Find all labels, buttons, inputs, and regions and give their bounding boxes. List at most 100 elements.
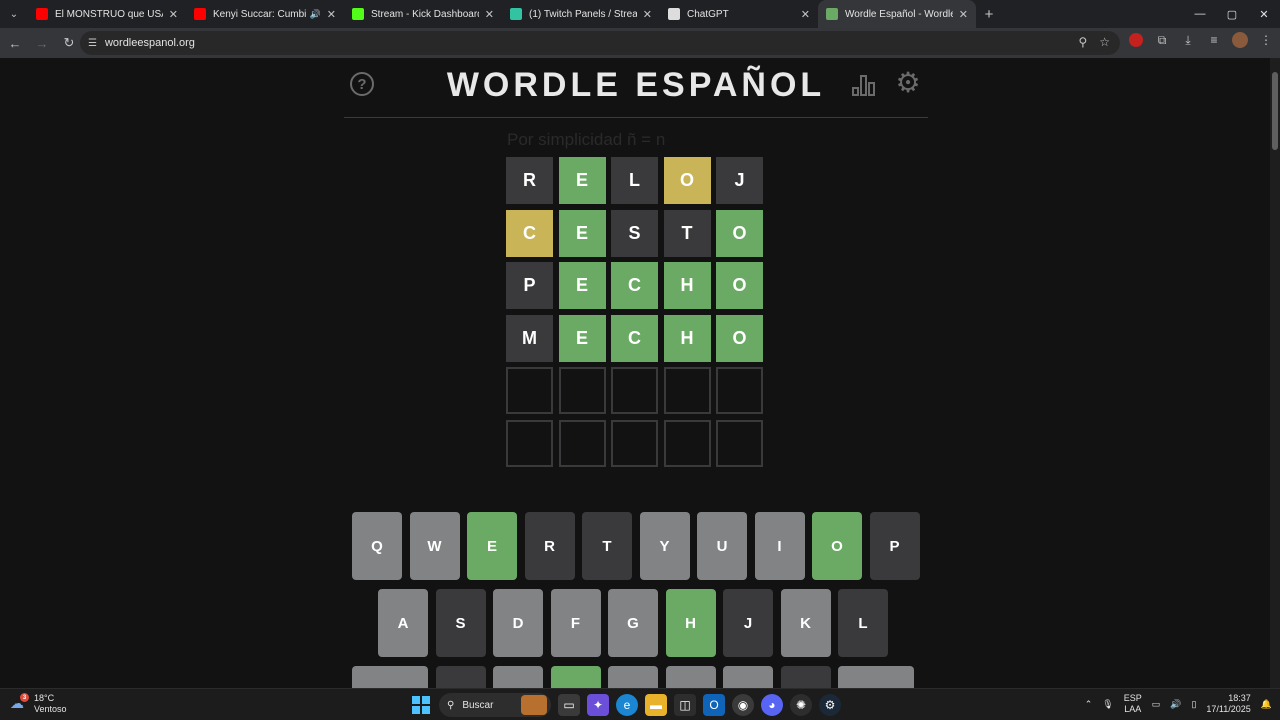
reload-icon[interactable]: ↻ xyxy=(57,31,81,55)
browser-tab[interactable]: (1) Twitch Panels / Streamlabs ✕ xyxy=(502,0,660,28)
notification-bell-icon[interactable]: 🔔 xyxy=(1261,699,1272,710)
key-x[interactable]: X xyxy=(493,666,543,688)
page-title: WORDLE ESPAÑOL xyxy=(446,66,826,104)
key-s[interactable]: S xyxy=(435,589,486,657)
chrome-icon[interactable]: ◉ xyxy=(732,694,754,716)
taskbar-search[interactable]: ⚲ Buscar xyxy=(439,693,551,717)
windows-start-icon[interactable] xyxy=(410,694,432,716)
browser-tab[interactable]: Stream - Kick Dashboard ✕ xyxy=(344,0,502,28)
key-t[interactable]: T xyxy=(582,512,632,580)
key-g[interactable]: G xyxy=(608,589,658,657)
key-l[interactable]: L xyxy=(838,589,888,657)
tab-audio-icon[interactable]: 🔊 xyxy=(310,9,321,20)
chatgpt-icon[interactable]: ✺ xyxy=(790,694,812,716)
extension-badge-icon[interactable] xyxy=(1128,32,1144,48)
board-tile xyxy=(716,367,763,414)
board-tile: S xyxy=(611,209,658,257)
bookmark-star-icon[interactable]: ☆ xyxy=(1099,35,1110,49)
forward-arrow-icon[interactable]: → xyxy=(30,31,54,55)
profile-avatar[interactable] xyxy=(1232,32,1248,48)
minimize-icon[interactable]: — xyxy=(1184,0,1216,28)
language-code: ESP xyxy=(1123,693,1142,703)
scrollbar-thumb[interactable] xyxy=(1272,72,1278,150)
tab-close-icon[interactable]: ✕ xyxy=(327,8,336,21)
extensions-puzzle-icon[interactable]: ⧉ xyxy=(1154,32,1170,48)
battery-icon[interactable]: ▯ xyxy=(1191,699,1196,710)
store-icon[interactable]: ◫ xyxy=(674,694,696,716)
key-h[interactable]: H xyxy=(665,589,716,657)
board-tile xyxy=(506,367,553,414)
key-j[interactable]: J xyxy=(723,589,773,657)
tab-title: ChatGPT xyxy=(687,8,729,20)
back-arrow-icon[interactable]: ← xyxy=(3,31,27,55)
tab-close-icon[interactable]: ✕ xyxy=(485,8,494,21)
key-p[interactable]: P xyxy=(869,512,920,580)
keyboard-layout: LAA xyxy=(1124,704,1142,714)
download-icon[interactable]: ⤓ xyxy=(1180,32,1196,48)
key-m[interactable]: M xyxy=(780,666,831,688)
network-icon[interactable]: ▭ xyxy=(1152,699,1161,710)
outlook-icon[interactable]: O xyxy=(703,694,725,716)
key-n[interactable]: N xyxy=(723,666,773,688)
key-k[interactable]: K xyxy=(780,589,831,657)
key-f[interactable]: F xyxy=(550,589,601,657)
clock[interactable]: 18:37 17/11/2025 xyxy=(1206,693,1250,715)
enter-key[interactable]: ENVIAR xyxy=(352,666,428,688)
key-c[interactable]: C xyxy=(550,666,601,688)
tab-search-chevron-icon[interactable]: ⌄ xyxy=(0,0,28,28)
tray-overflow-chevron-icon[interactable]: ⌃ xyxy=(1085,699,1093,710)
key-i[interactable]: I xyxy=(754,512,805,580)
weather-badge: 3 xyxy=(20,693,29,702)
key-a[interactable]: A xyxy=(378,589,428,657)
language-indicator[interactable]: ESP LAA xyxy=(1124,693,1142,715)
browser-tab[interactable]: Wordle Español - Wordle ilimit ✕ xyxy=(818,0,976,28)
weather-icon: ☁ 3 xyxy=(10,693,29,713)
stats-chart-icon[interactable] xyxy=(852,74,878,96)
address-bar[interactable]: ☰ wordleespanol.org ⚲ ☆ xyxy=(80,31,1120,55)
close-window-icon[interactable]: ✕ xyxy=(1248,0,1280,28)
board-tile xyxy=(558,367,606,414)
key-r[interactable]: R xyxy=(524,512,575,580)
task-view-icon[interactable]: ▭ xyxy=(558,694,580,716)
discord-icon[interactable]: ◕ xyxy=(761,694,783,716)
steam-icon[interactable]: ⚙ xyxy=(819,694,841,716)
microphone-icon[interactable]: 🎙 xyxy=(1102,699,1113,710)
browser-tab[interactable]: ChatGPT ✕ xyxy=(660,0,818,28)
edge-icon[interactable]: e xyxy=(616,694,638,716)
gear-icon[interactable]: ⚙ xyxy=(894,68,922,98)
key-z[interactable]: Z xyxy=(435,666,486,688)
media-control-icon[interactable]: ≡ xyxy=(1206,32,1222,48)
browser-toolbar: ← → ↻ ☰ wordleespanol.org ⚲ ☆ ⧉ ⤓ ≡ ⋮ xyxy=(0,28,1280,58)
browser-menu-icon[interactable]: ⋮ xyxy=(1258,32,1274,48)
board-tile: M xyxy=(506,314,553,362)
browser-tab[interactable]: Kenyi Succar: Cumbia x Hou 🔊 ✕ xyxy=(186,0,344,28)
new-tab-icon[interactable]: + xyxy=(976,6,1002,23)
browser-tab[interactable]: El MONSTRUO que USA se NE ✕ xyxy=(28,0,186,28)
volume-icon[interactable]: 🔊 xyxy=(1170,699,1181,710)
clock-time: 18:37 xyxy=(1228,693,1251,703)
tab-title: El MONSTRUO que USA se NE xyxy=(55,8,163,20)
backspace-icon[interactable]: ⌫ xyxy=(838,666,914,688)
weather-widget[interactable]: ☁ 3 18°C Ventoso xyxy=(10,693,67,715)
maximize-icon[interactable]: ▢ xyxy=(1216,0,1248,28)
page-scrollbar[interactable] xyxy=(1270,58,1280,688)
key-y[interactable]: Y xyxy=(639,512,690,580)
file-explorer-icon[interactable]: ▬ xyxy=(645,694,667,716)
key-u[interactable]: U xyxy=(697,512,747,580)
key-e[interactable]: E xyxy=(467,512,517,580)
key-o[interactable]: O xyxy=(812,512,862,580)
key-d[interactable]: D xyxy=(493,589,543,657)
key-b[interactable]: B xyxy=(665,666,716,688)
site-info-icon[interactable]: ☰ xyxy=(88,38,97,49)
copilot-icon[interactable]: ✦ xyxy=(587,694,609,716)
key-v[interactable]: V xyxy=(608,666,658,688)
tab-close-icon[interactable]: ✕ xyxy=(959,8,968,21)
tab-close-icon[interactable]: ✕ xyxy=(643,8,652,21)
zoom-icon[interactable]: ⚲ xyxy=(1078,35,1087,49)
tab-close-icon[interactable]: ✕ xyxy=(169,8,178,21)
key-q[interactable]: Q xyxy=(352,512,402,580)
key-w[interactable]: W xyxy=(409,512,460,580)
tab-title: Kenyi Succar: Cumbia x Hou xyxy=(213,8,306,20)
board-tile: P xyxy=(506,262,553,309)
tab-close-icon[interactable]: ✕ xyxy=(801,8,810,21)
